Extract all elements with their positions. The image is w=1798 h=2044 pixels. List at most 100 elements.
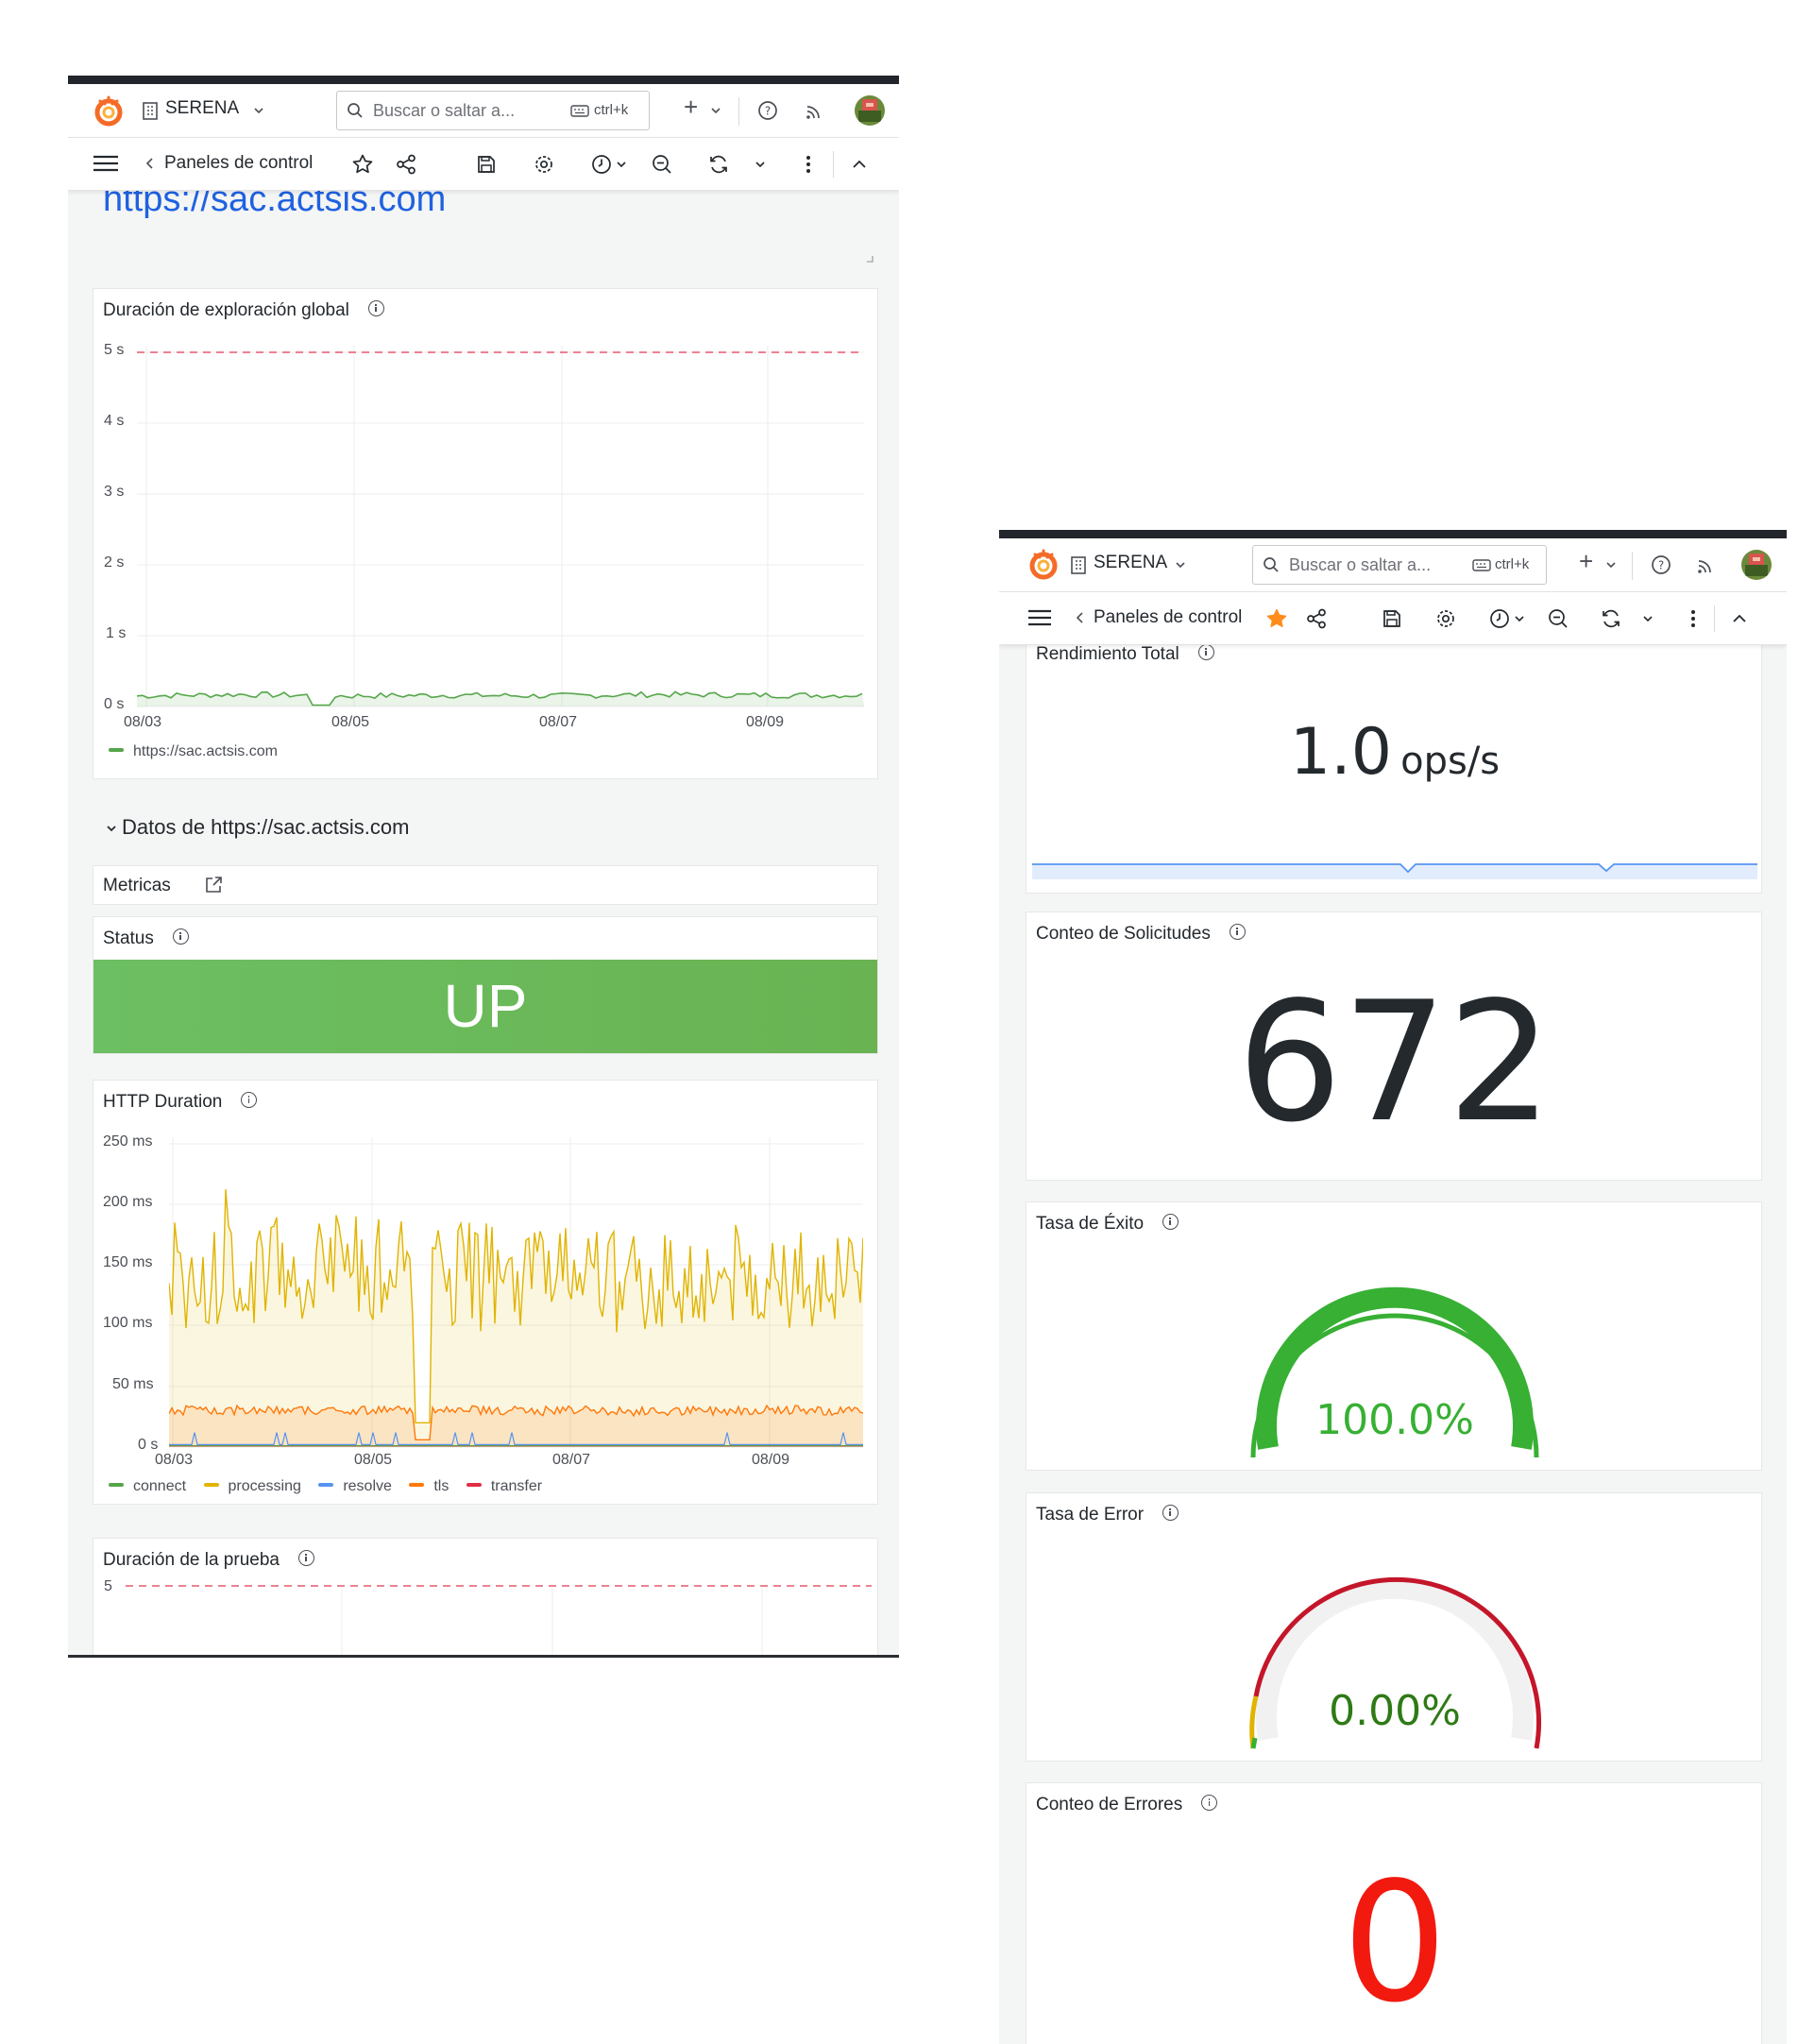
share-icon[interactable] xyxy=(1305,607,1328,630)
info-icon[interactable] xyxy=(1162,1214,1179,1231)
refresh-icon[interactable] xyxy=(1600,607,1622,630)
panel-title-wrap: Conteo de Errores xyxy=(1036,1795,1218,1815)
search-placeholder: Buscar o saltar a... xyxy=(1289,555,1432,574)
avatar[interactable] xyxy=(855,95,885,126)
avatar[interactable] xyxy=(1741,550,1772,580)
star-icon[interactable] xyxy=(351,153,374,176)
search-input[interactable]: Buscar o saltar a... ctrl+k xyxy=(336,91,650,130)
panel-title-wrap: Duración de la prueba xyxy=(103,1550,314,1571)
chevron-left-icon[interactable] xyxy=(145,158,155,169)
panel-title[interactable]: Tasa de Error xyxy=(1036,1505,1144,1524)
info-icon[interactable] xyxy=(367,300,384,317)
legend-label: connect xyxy=(133,1478,187,1494)
more-vertical-icon[interactable] xyxy=(1689,607,1697,630)
chevron-down-icon[interactable] xyxy=(1514,614,1525,623)
help-icon[interactable]: ? xyxy=(757,100,778,121)
legend-label: transfer xyxy=(490,1478,543,1494)
gear-icon[interactable] xyxy=(1434,607,1457,630)
clock-icon[interactable] xyxy=(1488,607,1511,630)
breadcrumb[interactable]: Paneles de control xyxy=(164,153,313,174)
legend-item[interactable]: https://sac.actsis.com xyxy=(109,743,278,760)
legend-item-tls[interactable]: tls xyxy=(409,1478,449,1494)
info-icon[interactable] xyxy=(1162,1505,1179,1522)
gauge-value: 0.00% xyxy=(1329,1687,1461,1735)
info-icon[interactable] xyxy=(297,1550,314,1567)
chevron-down-icon[interactable] xyxy=(755,160,766,169)
panel-title[interactable]: Rendimiento Total xyxy=(1036,644,1179,664)
stat-value: 0 xyxy=(1342,1848,1448,2039)
share-icon[interactable] xyxy=(395,153,417,176)
star-icon-filled[interactable] xyxy=(1265,607,1288,630)
legend-item-transfer[interactable]: transfer xyxy=(466,1478,542,1494)
more-vertical-icon[interactable] xyxy=(805,153,812,176)
panel-title[interactable]: HTTP Duration xyxy=(103,1092,222,1112)
panel-title[interactable]: Metricas xyxy=(103,876,171,896)
help-icon[interactable]: ? xyxy=(1651,554,1671,575)
save-icon[interactable] xyxy=(476,154,497,175)
gauge-threshold-arc-green xyxy=(1250,1737,1258,1749)
org-name[interactable]: SERENA xyxy=(165,98,239,119)
panel-title[interactable]: Tasa de Éxito xyxy=(1036,1214,1144,1234)
legend-item-connect[interactable]: connect xyxy=(109,1478,186,1494)
test-duration-chart xyxy=(126,1585,872,1658)
org-name[interactable]: SERENA xyxy=(1094,553,1167,573)
x-tick: 08/03 xyxy=(124,714,162,730)
grafana-logo-icon[interactable] xyxy=(93,95,125,128)
menu-icon[interactable] xyxy=(1027,608,1052,627)
legend-label: tls xyxy=(433,1478,450,1494)
test-duration-panel: Duración de la prueba 5 xyxy=(93,1538,878,1658)
panel-title[interactable]: Status xyxy=(103,928,154,948)
grafana-logo-icon[interactable] xyxy=(1027,549,1060,581)
chevron-left-icon[interactable] xyxy=(1076,612,1085,623)
info-icon[interactable] xyxy=(241,1092,258,1109)
legend-swatch xyxy=(318,1482,334,1487)
info-icon[interactable] xyxy=(172,928,189,945)
panel-title[interactable]: Duración de exploración global xyxy=(103,300,349,320)
chevron-down-icon[interactable] xyxy=(1642,614,1654,623)
gauge-value: 100.0% xyxy=(1315,1396,1474,1444)
chevron-down-icon[interactable] xyxy=(106,824,117,833)
panel-title[interactable]: Duración de la prueba xyxy=(103,1550,280,1570)
http-duration-panel: HTTP Duration 250 ms 200 ms 150 ms 100 m… xyxy=(93,1080,878,1505)
chevron-down-icon[interactable] xyxy=(253,105,264,116)
clock-icon[interactable] xyxy=(590,153,613,176)
refresh-icon[interactable] xyxy=(707,153,730,176)
chevron-up-icon[interactable] xyxy=(852,159,867,170)
panel-title[interactable]: Conteo de Errores xyxy=(1036,1795,1182,1814)
chevron-down-icon[interactable] xyxy=(1175,559,1186,571)
error-count-panel: Conteo de Errores 0 xyxy=(1026,1782,1762,2044)
add-button[interactable]: + xyxy=(1579,547,1593,576)
menu-icon[interactable] xyxy=(93,154,119,173)
legend-swatch xyxy=(109,1482,124,1487)
chevron-down-icon[interactable] xyxy=(616,160,627,169)
dashboard-toolbar: Paneles de control xyxy=(68,138,899,191)
add-button[interactable]: + xyxy=(684,93,698,122)
chevron-down-icon[interactable] xyxy=(1605,559,1617,571)
breadcrumb[interactable]: Paneles de control xyxy=(1094,607,1242,628)
chevron-down-icon[interactable] xyxy=(710,105,721,116)
keyboard-icon xyxy=(570,105,589,117)
search-input[interactable]: Buscar o saltar a... ctrl+k xyxy=(1252,545,1547,585)
save-icon[interactable] xyxy=(1382,608,1402,629)
sparkline xyxy=(1032,863,1757,879)
zoom-out-icon[interactable] xyxy=(651,153,673,176)
info-icon[interactable] xyxy=(1229,924,1246,941)
news-feed-icon[interactable] xyxy=(805,102,823,121)
chevron-up-icon[interactable] xyxy=(1732,613,1747,624)
zoom-out-icon[interactable] xyxy=(1547,607,1569,630)
legend: connect processing resolve tls transfer xyxy=(109,1478,542,1495)
news-feed-icon[interactable] xyxy=(1696,556,1715,575)
section-title[interactable]: Datos de https://sac.actsis.com xyxy=(122,815,409,840)
panel-title[interactable]: Conteo de Solicitudes xyxy=(1036,924,1211,944)
info-icon[interactable] xyxy=(1201,1795,1218,1812)
external-link-icon[interactable] xyxy=(204,876,223,894)
legend-item-processing[interactable]: processing xyxy=(203,1478,301,1494)
top-navbar: SERENA Buscar o saltar a... ctrl+k + ? xyxy=(999,538,1787,592)
search-icon xyxy=(348,103,363,118)
http-duration-chart xyxy=(169,1137,863,1448)
info-icon[interactable] xyxy=(1197,644,1214,661)
gear-icon[interactable] xyxy=(533,153,555,176)
legend-item-resolve[interactable]: resolve xyxy=(318,1478,392,1494)
resize-handle-icon[interactable] xyxy=(866,255,874,263)
global-duration-panel: Duración de exploración global 5 s 4 s 3… xyxy=(93,288,878,779)
